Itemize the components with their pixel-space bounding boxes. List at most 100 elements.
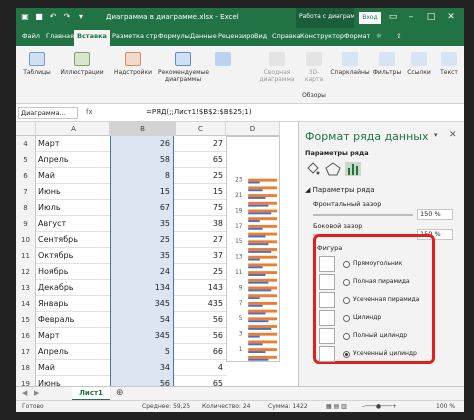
pane-menu-icon[interactable]: ▾	[434, 131, 438, 139]
cell-value-b[interactable]: 345	[110, 328, 174, 344]
shape-option[interactable]: Цилиндр	[319, 310, 433, 328]
autosave-icon[interactable]: ▣	[20, 12, 30, 22]
next-sheet-icon[interactable]: ▶	[34, 389, 39, 397]
select-all-corner[interactable]	[16, 122, 36, 136]
chart-bar[interactable]	[248, 335, 260, 338]
cell-value-c[interactable]: 15	[176, 184, 226, 200]
cell-month[interactable]: Декабрь	[38, 280, 108, 296]
chart-bar[interactable]	[248, 227, 263, 230]
chart-bar[interactable]	[248, 220, 260, 223]
pentagon-effects-icon[interactable]	[325, 162, 341, 176]
row-number[interactable]: 4	[16, 136, 36, 152]
cell-month[interactable]: Октябрь	[38, 248, 108, 264]
shape-option[interactable]: Прямоугольник	[319, 256, 433, 274]
tab-design[interactable]: Конструктор	[300, 32, 344, 40]
chart-bar[interactable]	[248, 209, 278, 213]
chart-bar[interactable]	[248, 178, 278, 182]
chart-bar[interactable]	[248, 325, 278, 328]
cell-value-b[interactable]: 345	[110, 296, 174, 312]
shape-option[interactable]: Полная пирамида	[319, 274, 433, 292]
tables-button[interactable]: Таблицы	[20, 52, 54, 76]
chart-bar[interactable]	[248, 201, 278, 205]
shape-option[interactable]: Полный цилиндр	[319, 328, 433, 346]
chart-bar[interactable]	[248, 258, 260, 261]
chart-bar[interactable]	[248, 348, 278, 352]
cell-month[interactable]: Апрель	[38, 152, 108, 168]
shape-option[interactable]: Усеченная пирамида	[319, 292, 433, 310]
cell-value-c[interactable]: 435	[176, 296, 226, 312]
row-number[interactable]: 10	[16, 232, 36, 248]
cell-month[interactable]: Июнь	[38, 184, 108, 200]
cell-month[interactable]: Ноябрь	[38, 264, 108, 280]
map3d-button[interactable]: 3D-карта	[300, 52, 328, 83]
column-header[interactable]: D	[226, 122, 280, 136]
chart-bar[interactable]	[248, 204, 269, 207]
recommended-charts-button[interactable]: Рекомендуемые диаграммы	[158, 52, 209, 83]
chart-bar[interactable]	[248, 343, 263, 346]
cell-value-b[interactable]: 24	[110, 264, 174, 280]
zoom-level[interactable]: 100 %	[436, 403, 455, 410]
cell-value-c[interactable]: 4	[176, 360, 226, 376]
chart-bar[interactable]	[248, 355, 278, 359]
chart-bar[interactable]	[248, 235, 266, 238]
tab-review[interactable]: Рецензиро	[218, 32, 254, 40]
chart-bar[interactable]	[248, 309, 278, 313]
cell-value-c[interactable]: 66	[176, 344, 226, 360]
cell-value-b[interactable]: 8	[110, 168, 174, 184]
cell-month[interactable]: Февраль	[38, 312, 108, 328]
cell-month[interactable]: Май	[38, 360, 108, 376]
column-header[interactable]: A	[38, 122, 110, 136]
row-number[interactable]: 8	[16, 200, 36, 216]
chart-bar[interactable]	[248, 304, 263, 307]
cell-value-b[interactable]: 58	[110, 152, 174, 168]
chart-bar[interactable]	[248, 250, 272, 253]
text-button[interactable]: Текст	[436, 52, 462, 76]
shape-radio[interactable]	[343, 315, 350, 322]
shape-radio[interactable]	[343, 261, 350, 268]
cell-value-b[interactable]: 34	[110, 360, 174, 376]
prev-sheet-icon[interactable]: ◀	[22, 389, 27, 397]
chart-bar[interactable]	[248, 263, 278, 267]
bar-chart-gallery[interactable]	[212, 52, 234, 69]
chart-bar[interactable]	[248, 286, 278, 290]
row-number[interactable]: 18	[16, 360, 36, 376]
chart-bar[interactable]	[248, 240, 278, 244]
cell-value-b[interactable]: 15	[110, 184, 174, 200]
tab-view[interactable]: Вид	[254, 32, 267, 40]
chart-bar[interactable]	[248, 312, 266, 315]
cell-value-b[interactable]: 134	[110, 280, 174, 296]
share-icon[interactable]: ⇪	[396, 32, 401, 40]
chart-bar[interactable]	[248, 248, 278, 251]
chart-bar[interactable]	[248, 266, 263, 269]
row-number[interactable]: 9	[16, 216, 36, 232]
chart-object[interactable]: 23 21 19 17 15 13 11 9 7 5 3 1	[226, 136, 280, 362]
chart-bar[interactable]	[248, 351, 266, 353]
fill-bucket-icon[interactable]	[305, 162, 321, 176]
close-icon[interactable]: ✕	[444, 10, 458, 24]
shape-radio[interactable]	[343, 351, 350, 358]
chart-bar[interactable]	[248, 243, 269, 246]
chart-bar[interactable]	[248, 297, 260, 300]
row-number[interactable]: 11	[16, 248, 36, 264]
tab-format[interactable]: Формат	[344, 32, 370, 40]
maximize-icon[interactable]: □	[424, 10, 438, 24]
frontal-gap-slider[interactable]	[313, 214, 413, 216]
chart-bar[interactable]	[248, 332, 278, 336]
zoom-slider[interactable]: –───●───+	[362, 403, 397, 410]
cell-value-b[interactable]: 54	[110, 312, 174, 328]
series-options-icon[interactable]	[345, 162, 361, 176]
cell-value-c[interactable]: 65	[176, 152, 226, 168]
options-dropdown[interactable]: Параметры ряда	[305, 149, 369, 157]
row-number[interactable]: 16	[16, 328, 36, 344]
cell-month[interactable]: Май	[38, 168, 108, 184]
chart-bar[interactable]	[248, 278, 278, 282]
chart-bar[interactable]	[248, 294, 278, 298]
chart-bar[interactable]	[248, 197, 266, 199]
undo-icon[interactable]: ↶	[48, 12, 58, 22]
save-icon[interactable]: ■	[34, 12, 44, 22]
formula-input[interactable]: =РЯД(;;Лист1!$B$2:$B$25;1)	[146, 108, 252, 116]
chart-bar[interactable]	[248, 212, 272, 215]
chart-bar[interactable]	[248, 217, 278, 221]
cell-month[interactable]: Апрель	[38, 344, 108, 360]
row-number[interactable]: 15	[16, 312, 36, 328]
